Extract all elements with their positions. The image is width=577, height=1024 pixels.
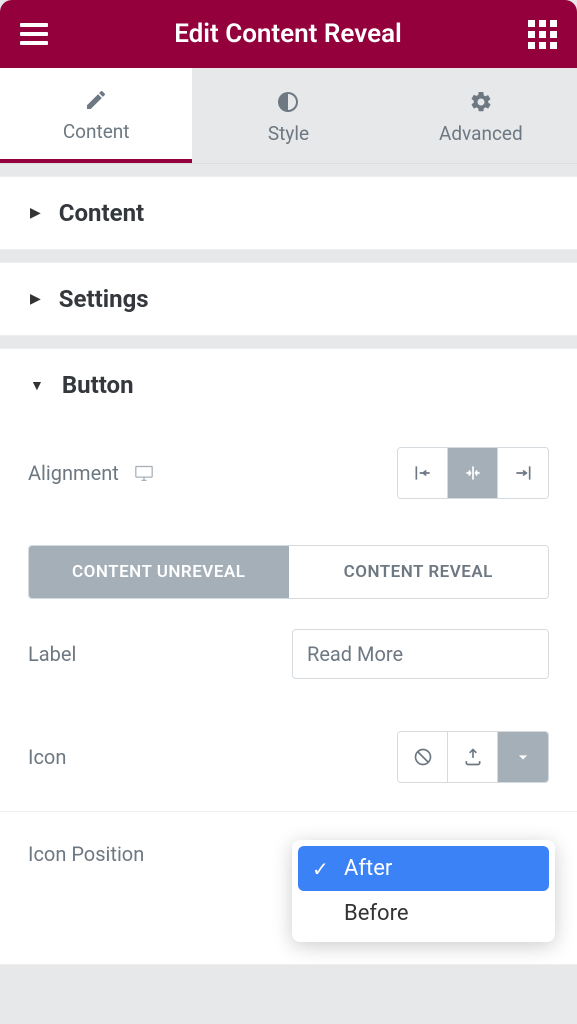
toggle-reveal[interactable]: CONTENT REVEAL	[289, 546, 549, 598]
tab-content[interactable]: Content	[0, 68, 192, 163]
tab-content-label: Content	[63, 120, 130, 143]
toggle-unreveal[interactable]: CONTENT UNREVEAL	[29, 546, 289, 598]
section-content[interactable]: ▶ Content	[0, 177, 577, 249]
section-button[interactable]: ▼ Button	[0, 349, 577, 421]
icon-position-dropdown: ✓ After Before	[292, 840, 555, 942]
label-input[interactable]	[293, 630, 549, 678]
icon-position-label: Icon Position	[28, 842, 144, 866]
icon-library-button[interactable]	[498, 732, 548, 782]
align-left-icon	[413, 463, 433, 483]
section-content-title: Content	[59, 199, 144, 227]
chevron-down-icon	[513, 747, 533, 767]
align-center-icon	[463, 463, 483, 483]
icon-field-label: Icon	[28, 745, 66, 769]
icon-none-button[interactable]	[398, 732, 448, 782]
contrast-icon	[276, 90, 300, 114]
desktop-icon[interactable]	[133, 464, 155, 482]
alignment-label: Alignment	[28, 461, 119, 485]
align-center-button[interactable]	[448, 448, 498, 498]
caret-right-icon: ▶	[30, 291, 41, 307]
gear-icon	[469, 90, 493, 114]
label-field-label: Label	[28, 642, 76, 666]
caret-right-icon: ▶	[30, 205, 41, 221]
dropdown-option-after[interactable]: ✓ After	[298, 846, 549, 891]
tab-advanced-label: Advanced	[439, 122, 523, 145]
check-icon: ✓	[312, 857, 332, 881]
icon-upload-button[interactable]	[448, 732, 498, 782]
apps-button[interactable]	[528, 20, 557, 49]
align-right-icon	[513, 463, 533, 483]
none-icon	[413, 747, 433, 767]
menu-button[interactable]	[20, 23, 48, 45]
dropdown-option-before[interactable]: Before	[298, 891, 549, 936]
upload-icon	[463, 747, 483, 767]
section-button-title: Button	[62, 371, 134, 399]
tab-style-label: Style	[268, 122, 309, 145]
pencil-icon	[84, 88, 108, 112]
section-settings-title: Settings	[59, 285, 149, 313]
page-title: Edit Content Reveal	[174, 19, 402, 49]
option-before-label: Before	[344, 901, 409, 926]
caret-down-icon: ▼	[30, 377, 44, 394]
section-settings[interactable]: ▶ Settings	[0, 263, 577, 335]
tab-advanced[interactable]: Advanced	[385, 68, 577, 163]
align-right-button[interactable]	[498, 448, 548, 498]
align-left-button[interactable]	[398, 448, 448, 498]
option-after-label: After	[344, 856, 392, 881]
tab-style[interactable]: Style	[192, 68, 384, 163]
